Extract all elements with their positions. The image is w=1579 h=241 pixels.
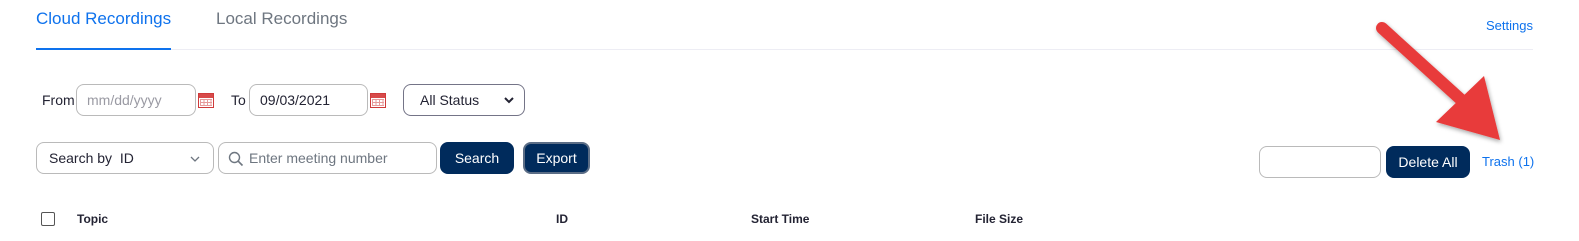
recordings-tabs: Cloud Recordings Local Recordings Settin…	[36, 0, 1533, 50]
search-button[interactable]: Search	[440, 142, 514, 174]
status-select-value: All Status	[420, 92, 480, 108]
select-all-checkbox[interactable]	[41, 212, 55, 226]
search-by-select[interactable]: Search by ID	[36, 142, 214, 174]
column-header-id[interactable]: ID	[556, 212, 568, 226]
chevron-down-icon	[504, 97, 514, 104]
blank-input[interactable]	[1259, 146, 1381, 178]
calendar-icon[interactable]	[198, 93, 214, 108]
meeting-number-search	[218, 142, 437, 174]
trash-link[interactable]: Trash (1)	[1482, 154, 1534, 169]
chevron-down-icon	[190, 156, 200, 162]
meeting-number-input[interactable]	[249, 144, 429, 172]
from-date-input[interactable]	[76, 84, 196, 116]
column-header-file-size[interactable]: File Size	[975, 212, 1023, 226]
status-select[interactable]: All Status	[403, 84, 525, 116]
export-button[interactable]: Export	[523, 142, 590, 174]
column-header-topic[interactable]: Topic	[77, 212, 108, 226]
to-date-input[interactable]	[249, 84, 368, 116]
calendar-icon[interactable]	[370, 93, 386, 108]
delete-all-button[interactable]: Delete All	[1386, 146, 1470, 178]
tab-cloud-recordings[interactable]: Cloud Recordings	[36, 9, 172, 50]
tab-local-recordings[interactable]: Local Recordings	[216, 9, 347, 29]
to-label: To	[231, 92, 246, 108]
search-by-value: Search by ID	[49, 150, 134, 166]
settings-link[interactable]: Settings	[1486, 18, 1533, 33]
from-label: From	[42, 92, 75, 108]
column-header-start-time[interactable]: Start Time	[751, 212, 809, 226]
search-icon	[228, 151, 244, 167]
